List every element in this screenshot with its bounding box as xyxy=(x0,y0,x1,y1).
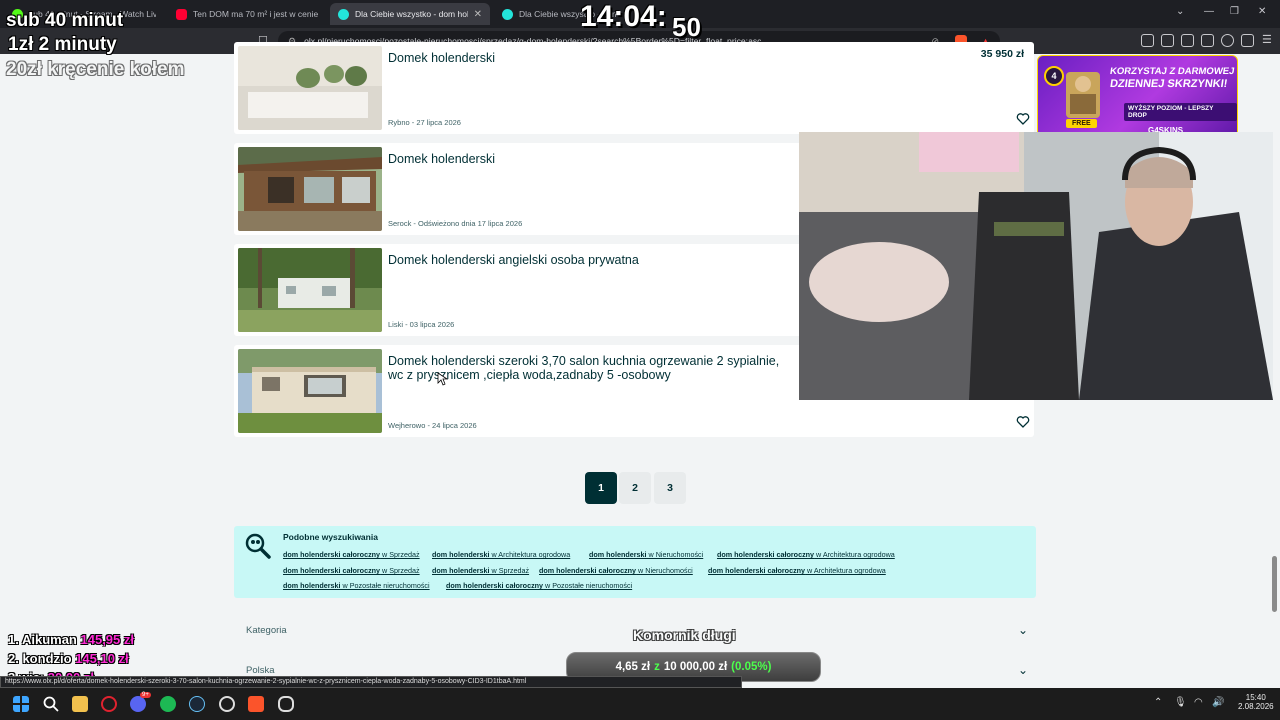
listing-photo[interactable] xyxy=(238,147,382,231)
spotify-icon[interactable] xyxy=(160,696,176,712)
microphone-icon[interactable]: 🎙 xyxy=(1174,697,1187,708)
minimize-icon[interactable]: — xyxy=(1204,6,1214,17)
vpn-icon[interactable] xyxy=(1241,34,1254,47)
close-window-icon[interactable]: ✕ xyxy=(1258,6,1266,17)
discord-icon[interactable] xyxy=(130,696,146,712)
similar-search-link[interactable]: dom holenderski w Architektura ogrodowa xyxy=(432,550,570,559)
mouse-cursor-icon xyxy=(437,372,448,386)
price-per-time-overlay: 1zł 2 minuty xyxy=(8,34,117,55)
page-1-button[interactable]: 1 xyxy=(585,472,617,504)
notification-badge: 9+ xyxy=(140,692,151,698)
steam-icon[interactable] xyxy=(189,696,205,712)
opera-gx-icon[interactable] xyxy=(101,696,117,712)
similar-search-link[interactable]: dom holenderski całoroczny w Architektur… xyxy=(717,550,895,559)
brave-icon[interactable] xyxy=(248,696,264,712)
character-image xyxy=(1066,72,1100,118)
youtube-icon xyxy=(176,8,187,20)
accordion-label: Kategoria xyxy=(246,625,287,636)
favorite-heart-icon[interactable] xyxy=(1016,415,1030,429)
goal-target: 10 000,00 zł xyxy=(663,661,728,673)
similar-search-link[interactable]: dom holenderski całoroczny w Architektur… xyxy=(708,566,886,575)
listing-location-date: Rybno - 27 lipca 2026 xyxy=(388,118,461,127)
donor-rank-1: 1. Aikuman 145,95 zł xyxy=(8,632,134,647)
listing-title[interactable]: Domek holenderski angielski osoba prywat… xyxy=(388,253,788,268)
tab-label: Ten DOM ma 70 m² i jest w cenie U2 xyxy=(193,9,318,19)
tab-youtube[interactable]: Ten DOM ma 70 m² i jest w cenie U2 xyxy=(168,3,326,25)
g4skins-ad-banner[interactable]: 4 KORZYSTAJ Z DARMOWEJ DZIENNEJ SKRZYNKI… xyxy=(1037,55,1238,141)
free-badge: FREE xyxy=(1066,119,1097,128)
similar-search-link[interactable]: dom holenderski całoroczny w Nieruchomoś… xyxy=(539,566,693,575)
favorite-heart-icon[interactable] xyxy=(1016,112,1030,126)
volume-icon[interactable]: 🔊 xyxy=(1212,697,1224,708)
file-explorer-icon[interactable] xyxy=(72,696,88,712)
similar-search-link[interactable]: dom holenderski całoroczny w Sprzedaż xyxy=(283,550,420,559)
listing-photo[interactable] xyxy=(238,46,382,130)
goal-separator: z xyxy=(654,661,660,673)
tab-label: Dla Ciebie wszystko - dom holen xyxy=(355,9,468,19)
tab-list-icon[interactable]: ⌄ xyxy=(1176,6,1184,17)
page-3-button[interactable]: 3 xyxy=(654,472,686,504)
stream-clock-seconds: 50 xyxy=(672,12,701,42)
similar-search-link[interactable]: dom holenderski w Sprzedaż xyxy=(432,566,529,575)
ad-headline-1: KORZYSTAJ Z DARMOWEJ xyxy=(1109,66,1236,77)
listing-location-date: Liski - 03 lipca 2026 xyxy=(388,320,455,329)
chevron-down-icon: ⌄ xyxy=(1017,623,1028,637)
tray-overflow-icon[interactable]: ⌃ xyxy=(1154,697,1162,708)
leo-ai-icon[interactable] xyxy=(1221,34,1234,47)
chevron-down-icon: ⌄ xyxy=(1017,663,1028,677)
page-2-button[interactable]: 2 xyxy=(619,472,651,504)
windows-start-icon[interactable] xyxy=(13,696,29,712)
tray-time: 15:40 xyxy=(1245,693,1266,702)
listing-photo[interactable] xyxy=(238,248,382,332)
wifi-icon[interactable]: ◠ xyxy=(1194,697,1203,708)
listing-card[interactable]: Domek holenderski 35 950 zł Rybno - 27 l… xyxy=(234,42,1034,134)
listing-title[interactable]: Domek holenderski szeroki 3,70 salon kuc… xyxy=(388,354,788,382)
similar-search-link[interactable]: dom holenderski w Nieruchomości xyxy=(589,550,703,559)
sub-time-overlay: sub 40 minut xyxy=(6,10,124,31)
ad-tagline: WYŻSZY POZIOM - LEPSZY DROP xyxy=(1124,103,1237,121)
webcam-overlay xyxy=(799,132,1273,400)
magnifier-icon xyxy=(245,533,271,559)
similar-search-link[interactable]: dom holenderski całoroczny w Pozostałe n… xyxy=(446,581,632,590)
close-tab-icon[interactable]: ✕ xyxy=(474,9,482,20)
maximize-icon[interactable]: ❐ xyxy=(1230,6,1239,17)
tab-olx-active[interactable]: Dla Ciebie wszystko - dom holen ✕ xyxy=(330,3,490,25)
extensions-icon[interactable] xyxy=(1141,34,1154,47)
listing-location-date: Serock - Odświeżono dnia 17 lipca 2026 xyxy=(388,219,523,228)
search-icon[interactable] xyxy=(43,696,59,712)
listing-price: 35 950 zł xyxy=(980,48,1024,60)
playlist-icon[interactable] xyxy=(1161,34,1174,47)
listing-title[interactable]: Domek holenderski xyxy=(388,152,788,167)
similar-search-link[interactable]: dom holenderski w Pozostałe nieruchomośc… xyxy=(283,581,430,590)
wheel-spin-overlay: 20zł kręcenie kołem xyxy=(6,59,185,80)
goal-title: Komornik długi xyxy=(633,627,736,643)
donor-rank-2: 2. kondzio 145,10 zł xyxy=(8,651,129,666)
obs-icon[interactable] xyxy=(219,696,235,712)
sidebar-icon[interactable] xyxy=(1181,34,1194,47)
similar-searches-heading: Podobne wyszukiwania xyxy=(283,532,378,542)
stream-clock: 14:04: xyxy=(580,0,667,33)
ad-headline-2: DZIENNEJ SKRZYNKI! xyxy=(1109,78,1229,90)
listing-location-date: Wejherowo - 24 lipca 2026 xyxy=(388,421,477,430)
status-bar-url: https://www.olx.pl/d/oferta/domek-holend… xyxy=(0,676,742,688)
menu-icon[interactable]: ☰ xyxy=(1262,33,1272,46)
listing-photo[interactable] xyxy=(238,349,382,433)
listing-title[interactable]: Domek holenderski xyxy=(388,51,788,66)
goal-current: 4,65 zł xyxy=(615,661,651,673)
similar-searches-panel: Podobne wyszukiwania dom holenderski cał… xyxy=(234,526,1036,598)
accordion-label: Polska xyxy=(246,665,275,676)
wallet-icon[interactable] xyxy=(1201,34,1214,47)
tray-date: 2.08.2026 xyxy=(1238,702,1274,711)
scrollbar-thumb[interactable] xyxy=(1272,556,1277,612)
goal-percent: (0.05%) xyxy=(731,661,772,673)
chatgpt-icon[interactable] xyxy=(278,696,294,712)
tray-clock[interactable]: 15:40 2.08.2026 xyxy=(1238,693,1274,711)
olx-icon xyxy=(502,8,513,20)
olx-icon xyxy=(338,8,349,20)
similar-search-link[interactable]: dom holenderski całoroczny w Sprzedaż xyxy=(283,566,420,575)
windows-taskbar: 9+ ⌃ 🎙 ◠ 🔊 15:40 2.08.2026 xyxy=(0,688,1280,720)
